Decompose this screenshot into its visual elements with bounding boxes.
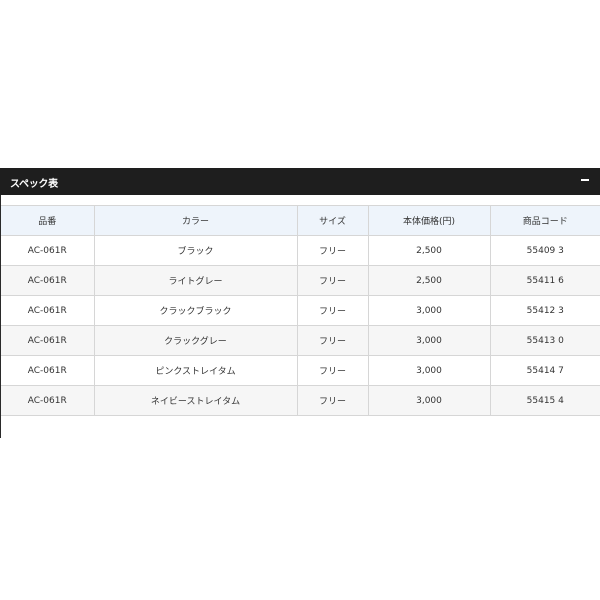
header-size: サイズ [297, 205, 369, 236]
cell-part-number: AC-061R [1, 325, 95, 356]
cell-price: 3,000 [368, 385, 491, 416]
header-part-number: 品番 [1, 205, 95, 236]
table-row: AC-061R ピンクストレイタム フリー 3,000 55414 7 [1, 355, 600, 386]
spec-panel-title: スペック表 [10, 179, 58, 190]
cell-color: クラックブラック [94, 295, 298, 326]
cell-color: ピンクストレイタム [94, 355, 298, 386]
spec-table: 品番 カラー サイズ 本体価格(円) 商品コード AC-061R ブラック フリ… [1, 205, 600, 416]
cell-part-number: AC-061R [1, 295, 95, 326]
cell-size: フリー [297, 295, 369, 326]
cell-product-code: 55411 6 [490, 265, 600, 296]
spec-panel-header: スペック表 [0, 168, 600, 195]
table-row: AC-061R クラックグレー フリー 3,000 55413 0 [1, 325, 600, 356]
cell-part-number: AC-061R [1, 235, 95, 266]
header-product-code: 商品コード [490, 205, 600, 236]
minus-icon [581, 179, 589, 181]
cell-color: ネイビーストレイタム [94, 385, 298, 416]
cell-size: フリー [297, 325, 369, 356]
cell-price: 3,000 [368, 295, 491, 326]
cell-size: フリー [297, 235, 369, 266]
table-row: AC-061R ネイビーストレイタム フリー 3,000 55415 4 [1, 385, 600, 416]
cell-color: クラックグレー [94, 325, 298, 356]
cell-price: 3,000 [368, 325, 491, 356]
header-price: 本体価格(円) [368, 205, 491, 236]
cell-size: フリー [297, 385, 369, 416]
cell-color: ブラック [94, 235, 298, 266]
cell-product-code: 55413 0 [490, 325, 600, 356]
header-color: カラー [94, 205, 298, 236]
table-row: AC-061R クラックブラック フリー 3,000 55412 3 [1, 295, 600, 326]
cell-color: ライトグレー [94, 265, 298, 296]
table-row: AC-061R ブラック フリー 2,500 55409 3 [1, 235, 600, 266]
cell-part-number: AC-061R [1, 265, 95, 296]
cell-part-number: AC-061R [1, 355, 95, 386]
cell-product-code: 55414 7 [490, 355, 600, 386]
cell-part-number: AC-061R [1, 385, 95, 416]
spec-panel: スペック表 品番 カラー サイズ 本体価格(円) 商品コード AC-061R ブ… [0, 168, 600, 438]
cell-price: 2,500 [368, 235, 491, 266]
cell-size: フリー [297, 265, 369, 296]
cell-size: フリー [297, 355, 369, 386]
cell-product-code: 55415 4 [490, 385, 600, 416]
cell-product-code: 55409 3 [490, 235, 600, 266]
cell-price: 2,500 [368, 265, 491, 296]
collapse-button[interactable] [578, 172, 592, 188]
table-row: AC-061R ライトグレー フリー 2,500 55411 6 [1, 265, 600, 296]
table-header-row: 品番 カラー サイズ 本体価格(円) 商品コード [1, 205, 600, 236]
cell-product-code: 55412 3 [490, 295, 600, 326]
cell-price: 3,000 [368, 355, 491, 386]
